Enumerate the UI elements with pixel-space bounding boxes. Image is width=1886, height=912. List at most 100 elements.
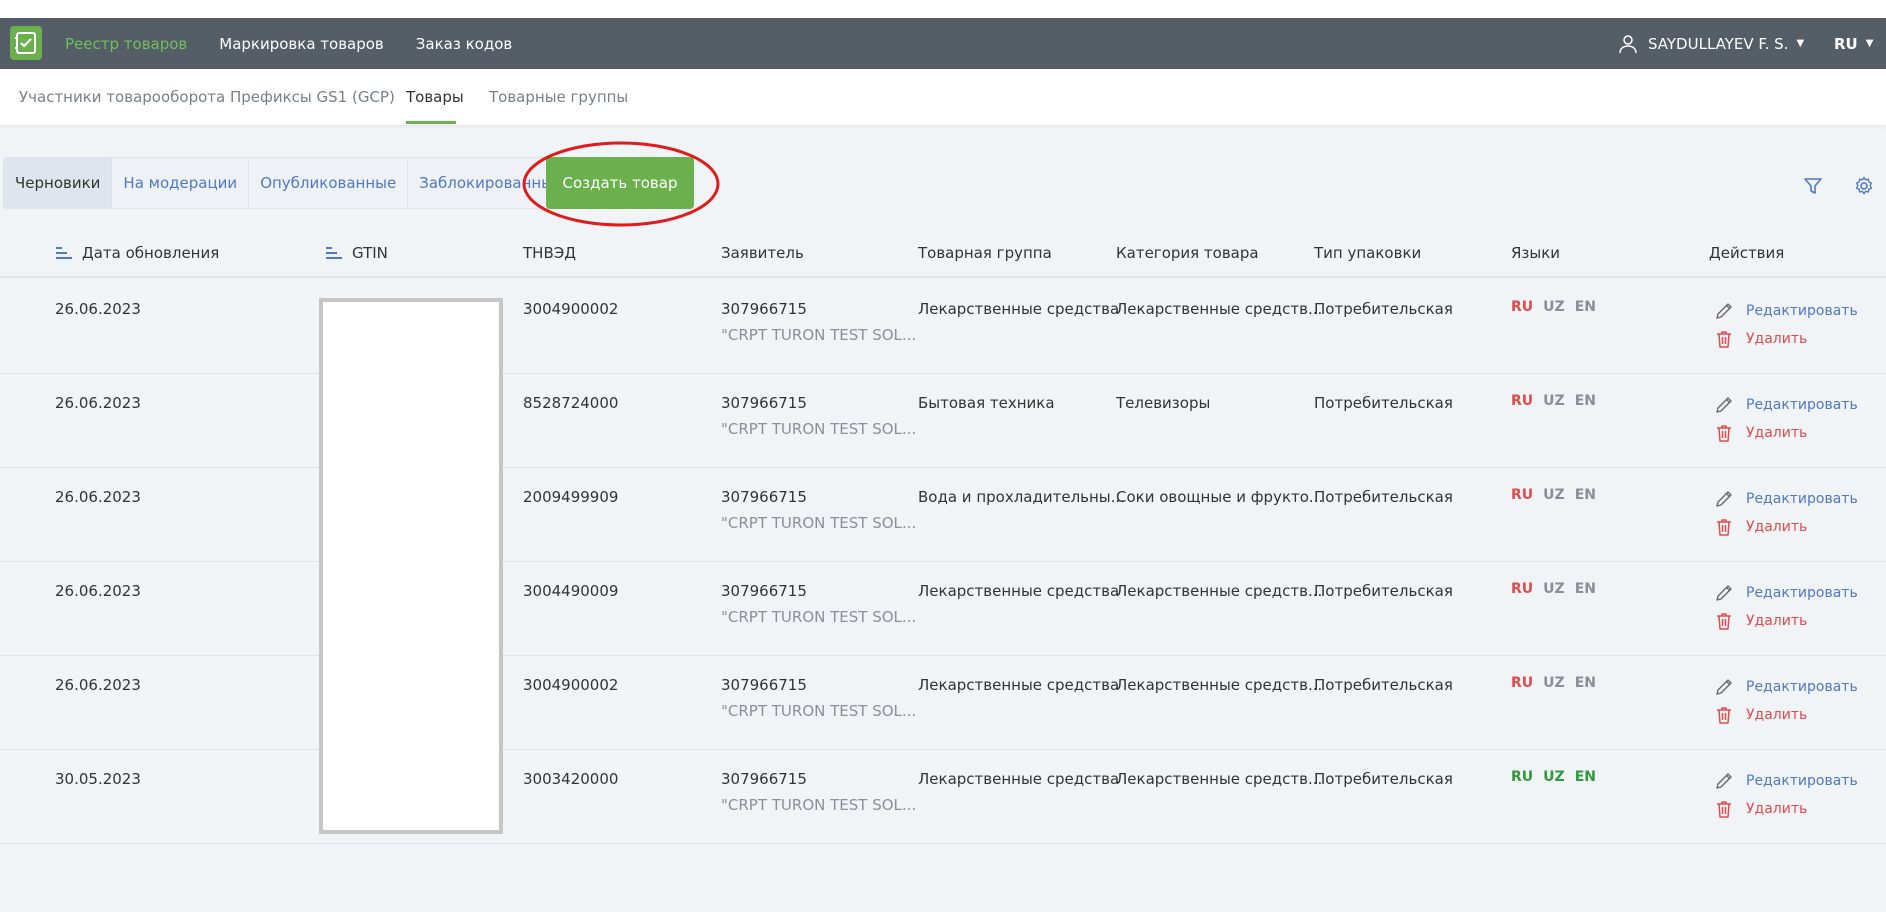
lang-tag-en: EN [1574,769,1596,785]
cell-product-category: Лекарственные средств... [1116,300,1323,318]
language-label: RU [1834,34,1858,53]
lang-tag-uz: UZ [1543,769,1565,785]
cell-tnved: 2009499909 [523,488,619,506]
row-actions: Редактировать Удалить [1714,769,1858,825]
table-body: 26.06.2023 3004900002 307966715 "CRPT TU… [0,280,1886,844]
delete-button[interactable]: Удалить [1714,327,1858,351]
cell-tnved: 3004490009 [523,582,619,600]
filter-icon[interactable] [1803,176,1823,196]
header-date: Дата обновления [56,244,219,262]
tab-participants[interactable]: Участники товарооборота [19,88,225,106]
edit-button[interactable]: Редактировать [1714,581,1858,605]
pencil-icon [1716,585,1732,601]
delete-label: Удалить [1746,707,1808,723]
delete-button[interactable]: Удалить [1714,703,1858,727]
edit-button[interactable]: Редактировать [1714,393,1858,417]
cell-date: 26.06.2023 [55,488,141,506]
applicant-id: 307966715 [721,300,807,318]
delete-button[interactable]: Удалить [1714,609,1858,633]
row-actions: Редактировать Удалить [1714,299,1858,355]
cell-product-group: Лекарственные средства [918,300,1120,318]
cell-package-type: Потребительская [1314,394,1453,412]
applicant-id: 307966715 [721,676,807,694]
cell-date: 26.06.2023 [55,300,141,318]
applicant-name: "CRPT TURON TEST SOL... [721,326,917,344]
status-tab-drafts[interactable]: Черновики [4,158,113,208]
cell-date: 30.05.2023 [55,770,141,788]
nav-product-marking[interactable]: Маркировка товаров [219,35,384,53]
status-tab-published[interactable]: Опубликованные [249,158,409,208]
language-tags: RU UZ EN [1511,769,1596,785]
applicant-id: 307966715 [721,488,807,506]
tab-products[interactable]: Товары [406,88,464,106]
caret-down-icon: ▼ [1865,38,1874,49]
edit-button[interactable]: Редактировать [1714,487,1858,511]
header-date-label: Дата обновления [82,244,220,262]
delete-button[interactable]: Удалить [1714,515,1858,539]
trash-icon [1717,613,1731,630]
edit-label: Редактировать [1746,491,1858,507]
delete-button[interactable]: Удалить [1714,797,1858,821]
lang-tag-uz: UZ [1543,487,1565,503]
applicant-name: "CRPT TURON TEST SOL... [721,608,917,626]
edit-label: Редактировать [1746,679,1858,695]
nav-code-order[interactable]: Заказ кодов [416,35,512,53]
cell-package-type: Потребительская [1314,488,1453,506]
applicant-id: 307966715 [721,770,807,788]
cell-date: 26.06.2023 [55,676,141,694]
top-nav: Реестр товаров Маркировка товаров Заказ … [65,18,544,69]
tab-gs1-prefixes[interactable]: Префиксы GS1 (GCP) [230,88,395,106]
header-tnved: ТНВЭД [523,244,576,262]
applicant-id: 307966715 [721,394,807,412]
lang-tag-ru: RU [1511,581,1534,597]
cell-product-category: Телевизоры [1116,394,1211,412]
table-row: 26.06.2023 2009499909 307966715 "CRPT TU… [0,468,1886,562]
user-menu[interactable]: SAYDULLAYEV F. S. ▼ [1618,18,1804,69]
trash-icon [1717,707,1731,724]
create-product-button[interactable]: Создать товар [546,157,694,209]
nav-product-registry[interactable]: Реестр товаров [65,35,187,53]
cell-package-type: Потребительская [1314,676,1453,694]
lang-tag-uz: UZ [1543,675,1565,691]
lang-tag-en: EN [1574,675,1596,691]
trash-icon [1717,801,1731,818]
cell-date: 26.06.2023 [55,582,141,600]
edit-button[interactable]: Редактировать [1714,299,1858,323]
active-tab-underline [406,121,456,124]
status-tab-moderation[interactable]: На модерации [112,158,250,208]
cell-applicant: 307966715 "CRPT TURON TEST SOL... [721,394,916,438]
language-tags: RU UZ EN [1511,581,1596,597]
cell-package-type: Потребительская [1314,770,1453,788]
delete-label: Удалить [1746,331,1808,347]
edit-label: Редактировать [1746,585,1858,601]
top-navbar: Реестр товаров Маркировка товаров Заказ … [0,18,1886,69]
trash-icon [1717,331,1731,348]
table-row: 26.06.2023 3004900002 307966715 "CRPT TU… [0,656,1886,750]
cell-applicant: 307966715 "CRPT TURON TEST SOL... [721,300,916,344]
delete-label: Удалить [1746,519,1808,535]
edit-button[interactable]: Редактировать [1714,769,1858,793]
user-name: SAYDULLAYEV F. S. [1648,34,1789,53]
app-logo-icon[interactable] [10,26,42,60]
header-gtin-label: GTIN [352,244,388,262]
pencil-icon [1716,679,1732,695]
lang-tag-en: EN [1574,393,1596,409]
sort-icon[interactable] [56,247,72,259]
edit-button[interactable]: Редактировать [1714,675,1858,699]
trash-icon [1717,519,1731,536]
delete-label: Удалить [1746,425,1808,441]
tab-product-groups[interactable]: Товарные группы [489,88,628,106]
header-package-type: Тип упаковки [1314,244,1422,262]
cell-product-group: Лекарственные средства [918,770,1120,788]
trash-icon [1717,425,1731,442]
lang-tag-ru: RU [1511,299,1534,315]
language-menu[interactable]: RU ▼ [1834,18,1873,69]
cell-product-group: Лекарственные средства [918,676,1120,694]
sort-icon[interactable] [326,247,342,259]
cell-product-category: Лекарственные средств... [1116,676,1323,694]
sub-navigation: Участники товарооборота Префиксы GS1 (GC… [0,69,1886,125]
user-icon [1619,34,1637,53]
redacted-gtin-area [319,298,503,834]
gear-icon[interactable] [1854,176,1874,196]
delete-button[interactable]: Удалить [1714,421,1858,445]
